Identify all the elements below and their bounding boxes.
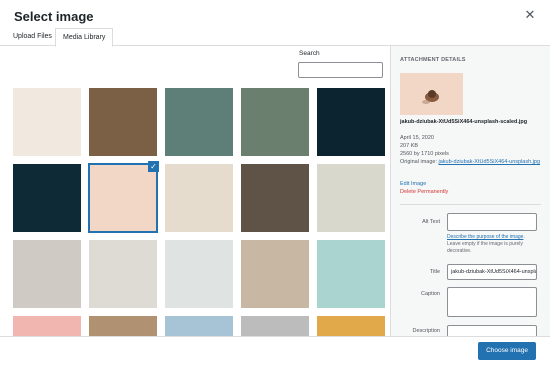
choose-image-button[interactable]: Choose image [478, 342, 536, 360]
thumbnail-white-bowl-eggs[interactable] [89, 240, 157, 308]
thumbnail-pink-bag-necklace[interactable] [317, 240, 385, 308]
thumbnail-pink-wall[interactable] [13, 316, 81, 336]
modal-title: Select image [14, 9, 94, 24]
alt-text-label: Alt Text [422, 219, 440, 225]
checkmark-icon[interactable]: ✓ [148, 161, 159, 172]
close-icon[interactable]: ✕ [522, 7, 538, 23]
caption-textarea[interactable] [447, 287, 537, 317]
thumbnail-cheese-wheels[interactable] [241, 164, 309, 232]
thumbnail-breakfast-plate[interactable] [165, 240, 233, 308]
original-image-row: Original image: jakub-dziubak-XtUd5SiX46… [400, 159, 545, 167]
description-label: Description [412, 328, 440, 334]
title-input[interactable]: jakub-dziubak-XtUd5SiX464-unsplash-scale… [447, 264, 537, 280]
thumbnail-books-price-tag-2[interactable] [241, 88, 309, 156]
thumbnail-lemons-bowl[interactable] [13, 240, 81, 308]
thumbnail-wood-planks[interactable] [89, 316, 157, 336]
divider [400, 204, 541, 205]
tab-media-library[interactable]: Media Library [55, 28, 114, 47]
thumbnail-dark-blue-texture-1[interactable] [317, 88, 385, 156]
title-label: Title [429, 269, 440, 275]
alt-text-input[interactable] [447, 213, 537, 231]
attachment-dimensions: 2560 by 1710 pixels [400, 151, 449, 157]
description-textarea[interactable] [447, 325, 537, 336]
edit-image-link[interactable]: Edit Image [400, 181, 426, 187]
delete-row: Delete Permanently [400, 189, 545, 197]
thumbnail-bowl-overhead[interactable] [317, 164, 385, 232]
attachment-details-sidebar: ATTACHMENT DETAILS jakub-dziubak-XtUd5Si… [390, 46, 550, 336]
thumbnail-sky-blue[interactable] [165, 316, 233, 336]
thumbnail-umbrella-yellow[interactable] [317, 316, 385, 336]
attachment-details-heading: ATTACHMENT DETAILS [400, 57, 466, 63]
describe-purpose-link[interactable]: Describe the purpose of the image [447, 234, 523, 240]
original-image-link[interactable]: jakub-dziubak-XtUd5SiX464-unsplash.jpg [439, 159, 541, 165]
caption-label: Caption [421, 291, 440, 297]
attachment-date: April 15, 2020 [400, 135, 434, 141]
media-tabs: Upload Files Media Library [0, 28, 550, 47]
coffee-cup-preview-icon [400, 73, 463, 115]
tab-upload-files[interactable]: Upload Files [6, 28, 59, 46]
thumbnail-dark-blue-texture-2[interactable] [13, 164, 81, 232]
media-modal: Select image ✕ Upload Files Media Librar… [0, 0, 550, 368]
thumbnail-books-price-tag-1[interactable] [165, 88, 233, 156]
thumbnail-wordpress-errors-illustration[interactable] [13, 88, 81, 156]
attachment-size: 207 KB [400, 143, 419, 149]
attachment-filename: jakub-dziubak-XtUd5SiX464-unsplash-scale… [400, 119, 528, 125]
attachment-preview [400, 73, 463, 115]
media-grid: ✓ [13, 88, 385, 336]
alt-text-help: Describe the purpose of the image. Leave… [447, 234, 539, 255]
original-image-label: Original image: [400, 159, 437, 165]
thumbnail-bookshelf[interactable] [89, 88, 157, 156]
modal-footer: Choose image [0, 336, 550, 368]
thumbnail-coffee-cup-flatlay[interactable] [88, 163, 158, 233]
thumbnail-bread-knife[interactable] [241, 240, 309, 308]
search-label: Search [299, 50, 320, 57]
thumbnail-grey-texture[interactable] [241, 316, 309, 336]
search-input[interactable] [298, 62, 383, 78]
thumbnail-noodles[interactable] [165, 164, 233, 232]
edit-image-row: Edit Image [400, 181, 545, 189]
delete-permanently-link[interactable]: Delete Permanently [400, 189, 448, 195]
